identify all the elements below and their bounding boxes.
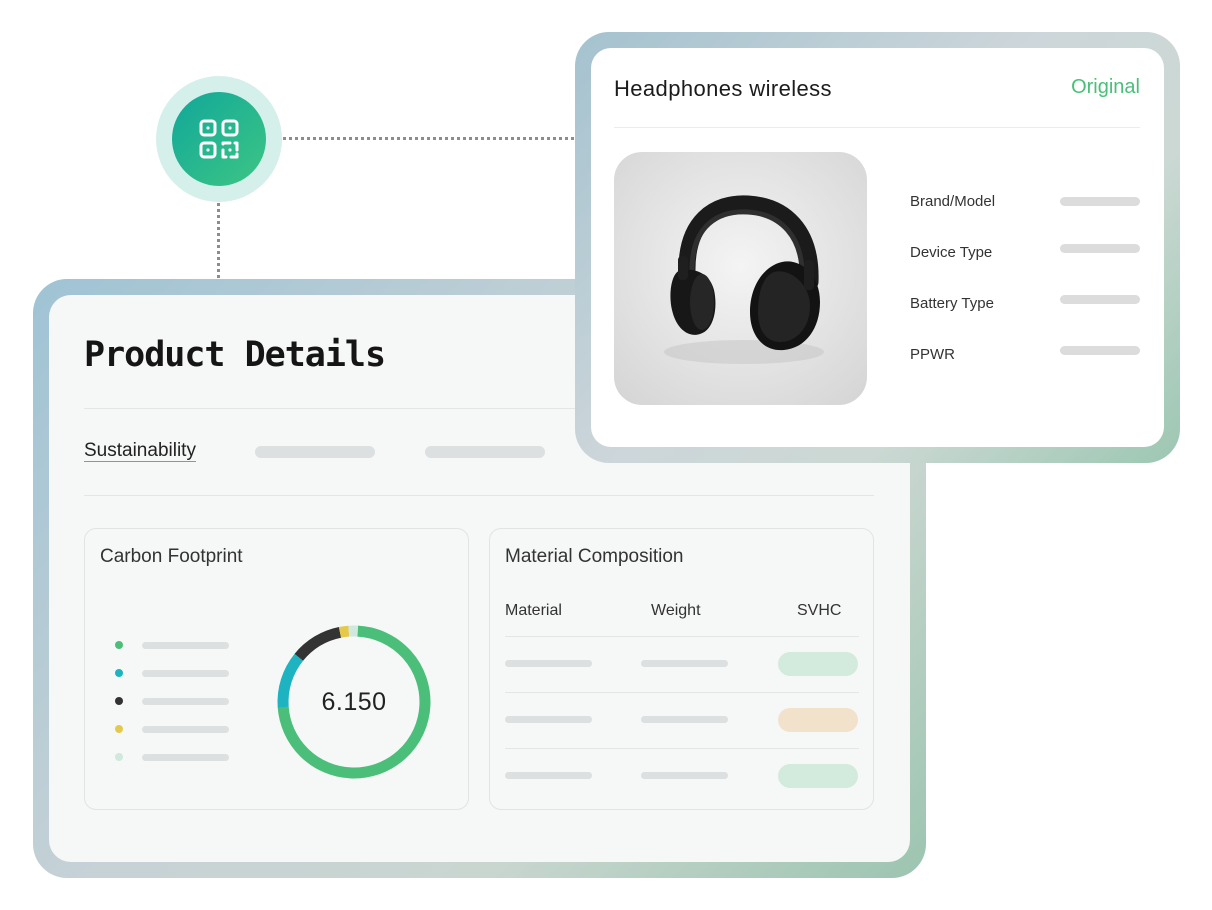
column-header-weight: Weight bbox=[651, 602, 701, 619]
column-header-svhc: SVHC bbox=[797, 602, 842, 619]
legend-dot bbox=[115, 669, 123, 677]
divider bbox=[84, 495, 874, 496]
legend-dot bbox=[115, 697, 123, 705]
spec-value-placeholder bbox=[1060, 346, 1140, 355]
legend-dot bbox=[115, 641, 123, 649]
spec-label-battery-type: Battery Type bbox=[910, 295, 994, 312]
spec-value-placeholder bbox=[1060, 197, 1140, 206]
divider bbox=[614, 127, 1140, 128]
weight-placeholder bbox=[641, 660, 728, 667]
row-divider bbox=[505, 748, 859, 749]
connector-horizontal bbox=[270, 137, 582, 140]
row-divider bbox=[505, 636, 859, 637]
connector-vertical bbox=[217, 198, 220, 290]
row-divider bbox=[505, 692, 859, 693]
tab-sustainability[interactable]: Sustainability bbox=[84, 440, 196, 462]
spec-value-placeholder bbox=[1060, 295, 1140, 304]
legend-placeholder bbox=[142, 698, 229, 705]
spec-label-device-type: Device Type bbox=[910, 244, 993, 261]
carbon-footprint-card: Carbon Footprint 6.150 bbox=[84, 528, 469, 810]
legend-placeholder bbox=[142, 726, 229, 733]
svhc-status-pill bbox=[778, 764, 858, 788]
spec-value-placeholder bbox=[1060, 244, 1140, 253]
tab-placeholder-3[interactable] bbox=[425, 446, 545, 458]
legend-placeholder bbox=[142, 670, 229, 677]
spec-label-ppwr: PPWR bbox=[910, 346, 955, 363]
material-placeholder bbox=[505, 716, 592, 723]
column-header-material: Material bbox=[505, 602, 562, 619]
weight-placeholder bbox=[641, 716, 728, 723]
carbon-donut-chart: 6.150 bbox=[276, 624, 432, 780]
material-placeholder bbox=[505, 772, 592, 779]
headphones-card: Headphones wireless Original Brand/Model… bbox=[591, 48, 1164, 447]
carbon-footprint-title: Carbon Footprint bbox=[100, 546, 243, 567]
legend-placeholder bbox=[142, 754, 229, 761]
carbon-value: 6.150 bbox=[321, 687, 387, 716]
page-title: Product Details bbox=[84, 335, 386, 375]
legend-dot bbox=[115, 753, 123, 761]
authenticity-badge: Original bbox=[1071, 76, 1140, 98]
material-composition-title: Material Composition bbox=[505, 546, 684, 567]
material-placeholder bbox=[505, 660, 592, 667]
qr-code-icon bbox=[199, 119, 239, 159]
headphones-illustration bbox=[664, 195, 824, 364]
svhc-status-pill bbox=[778, 708, 858, 732]
svhc-status-pill bbox=[778, 652, 858, 676]
product-title: Headphones wireless bbox=[614, 76, 832, 101]
legend-placeholder bbox=[142, 642, 229, 649]
headphones-image bbox=[614, 152, 867, 405]
material-composition-card: Material Composition Material Weight SVH… bbox=[489, 528, 874, 810]
weight-placeholder bbox=[641, 772, 728, 779]
spec-label-brand-model: Brand/Model bbox=[910, 193, 996, 210]
legend-dot bbox=[115, 725, 123, 733]
qr-badge[interactable] bbox=[172, 92, 266, 186]
tab-placeholder-2[interactable] bbox=[255, 446, 375, 458]
